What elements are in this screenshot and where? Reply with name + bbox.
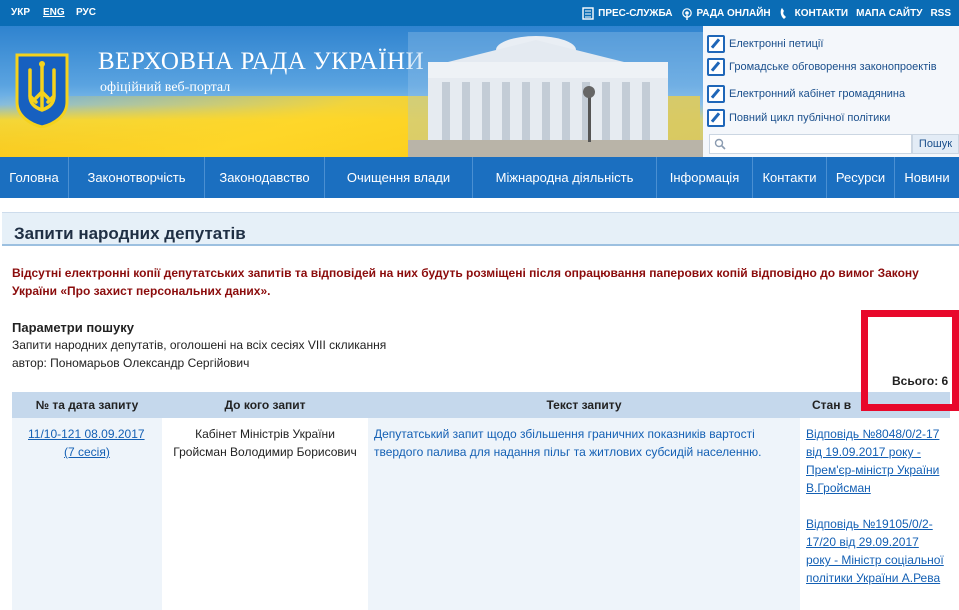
e-cabinet-link[interactable]: Електронний кабінет громадянина bbox=[707, 85, 905, 103]
e-petitions-link[interactable]: Електронні петиції bbox=[707, 35, 823, 53]
public-discussion-label: Громадське обговорення законопроектів bbox=[729, 61, 937, 73]
nav-lustration[interactable]: Очищення влади bbox=[325, 157, 473, 198]
sitemap-link[interactable]: МАПА САЙТУ bbox=[856, 8, 922, 19]
e-petitions-label: Електронні петиції bbox=[729, 38, 824, 50]
press-service-label: ПРЕС-СЛУЖБА bbox=[598, 7, 673, 19]
request-text-line[interactable]: твердого палива для надання пільг та жит… bbox=[374, 443, 761, 461]
response-link-2[interactable]: політики України А.Рева bbox=[806, 569, 940, 587]
lang-ukr[interactable]: УКР bbox=[11, 7, 30, 18]
policy-cycle-label: Повний цикл публічної політики bbox=[729, 112, 891, 124]
table-header: № та дата запиту До кого запит Текст зап… bbox=[12, 392, 950, 418]
contacts-top-link[interactable]: КОНТАКТИ bbox=[779, 7, 848, 20]
search-params-scope: Запити народних депутатів, оголошені на … bbox=[12, 338, 387, 352]
nav-legislation[interactable]: Законодавство bbox=[205, 157, 325, 198]
search-button[interactable]: Пошук bbox=[912, 134, 959, 154]
request-text-line[interactable]: Депутатський запит щодо збільшення грани… bbox=[374, 425, 755, 443]
rada-online-link[interactable]: РАДА ОНЛАЙН bbox=[681, 7, 771, 20]
phone-icon bbox=[780, 7, 786, 19]
nav-resources[interactable]: Ресурси bbox=[827, 157, 895, 198]
nav-home[interactable]: Головна bbox=[0, 157, 69, 198]
warning-message: Відсутні електронні копії депутатських з… bbox=[12, 266, 919, 298]
recipient-org: Кабінет Міністрів України bbox=[195, 427, 335, 441]
press-service-link[interactable]: ПРЕС-СЛУЖБА bbox=[582, 6, 673, 20]
main-nav: Головна Законотворчість Законодавство Оч… bbox=[0, 157, 959, 198]
top-links: ПРЕС-СЛУЖБА РАДА ОНЛАЙН КОНТАКТИ МАПА СА… bbox=[582, 0, 951, 26]
page-title: Запити народних депутатів bbox=[14, 224, 246, 243]
trident-emblem-icon[interactable] bbox=[14, 52, 70, 128]
highlight-annotation-box bbox=[861, 310, 959, 411]
response-link-2[interactable]: Відповідь №19105/0/2- bbox=[806, 515, 933, 533]
response-link-2[interactable]: 17/20 від 29.09.2017 bbox=[806, 533, 919, 551]
search-params-title: Параметри пошуку bbox=[12, 320, 134, 335]
edit-icon bbox=[707, 85, 725, 103]
lang-rus[interactable]: РУС bbox=[76, 7, 96, 18]
edit-icon bbox=[707, 35, 725, 53]
rss-link[interactable]: RSS bbox=[930, 8, 951, 19]
broadcast-icon bbox=[681, 7, 692, 20]
nav-lawmaking[interactable]: Законотворчість bbox=[69, 157, 205, 198]
recipient-person: Гройсман Володимир Борисович bbox=[173, 445, 357, 459]
search-input[interactable] bbox=[709, 134, 912, 154]
policy-cycle-link[interactable]: Повний цикл публічної політики bbox=[707, 109, 890, 127]
col-header-number-date: № та дата запиту bbox=[35, 398, 139, 412]
site-subtitle: офіційний веб-портал bbox=[100, 80, 231, 95]
e-cabinet-label: Електронний кабінет громадянина bbox=[729, 88, 906, 100]
search-icon bbox=[714, 138, 726, 150]
public-discussion-link[interactable]: Громадське обговорення законопроектів bbox=[707, 58, 937, 76]
search-params-author: автор: Пономарьов Олександр Сергійович bbox=[12, 356, 250, 370]
edit-icon bbox=[707, 109, 725, 127]
col-header-recipient: До кого запит bbox=[224, 398, 306, 412]
response-link-1[interactable]: В.Гройсман bbox=[806, 479, 871, 497]
request-number-link[interactable]: 11/10-121 08.09.2017 bbox=[28, 425, 145, 443]
site-title[interactable]: ВЕРХОВНА РАДА УКРАЇНИ bbox=[98, 48, 424, 76]
site-header: ВЕРХОВНА РАДА УКРАЇНИ офіційний веб-порт… bbox=[0, 26, 959, 157]
nav-international[interactable]: Міжнародна діяльність bbox=[473, 157, 657, 198]
response-link-1[interactable]: Прем'єр-міністр України bbox=[806, 461, 939, 479]
side-panel: Електронні петиції Громадське обговоренн… bbox=[703, 26, 959, 157]
response-link-2[interactable]: року - Міністр соціальної bbox=[806, 551, 944, 569]
edit-icon bbox=[707, 58, 725, 76]
col-header-text: Текст запиту bbox=[546, 398, 622, 412]
nav-contacts[interactable]: Контакти bbox=[753, 157, 827, 198]
response-link-1[interactable]: від 19.09.2017 року - bbox=[806, 443, 921, 461]
newspaper-icon bbox=[582, 6, 594, 20]
nav-information[interactable]: Інформація bbox=[657, 157, 753, 198]
contacts-top-label: КОНТАКТИ bbox=[794, 7, 849, 19]
nav-news[interactable]: Новини bbox=[895, 157, 959, 198]
parliament-building-image bbox=[408, 32, 704, 157]
response-link-1[interactable]: Відповідь №8048/0/2-17 bbox=[806, 425, 939, 443]
top-bar: УКР ENG РУС ПРЕС-СЛУЖБА РАДА ОНЛАЙН КОНТ… bbox=[0, 0, 959, 26]
session-link[interactable]: (7 сесія) bbox=[64, 443, 110, 461]
lang-eng[interactable]: ENG bbox=[43, 7, 65, 18]
rada-online-label: РАДА ОНЛАЙН bbox=[696, 7, 771, 19]
